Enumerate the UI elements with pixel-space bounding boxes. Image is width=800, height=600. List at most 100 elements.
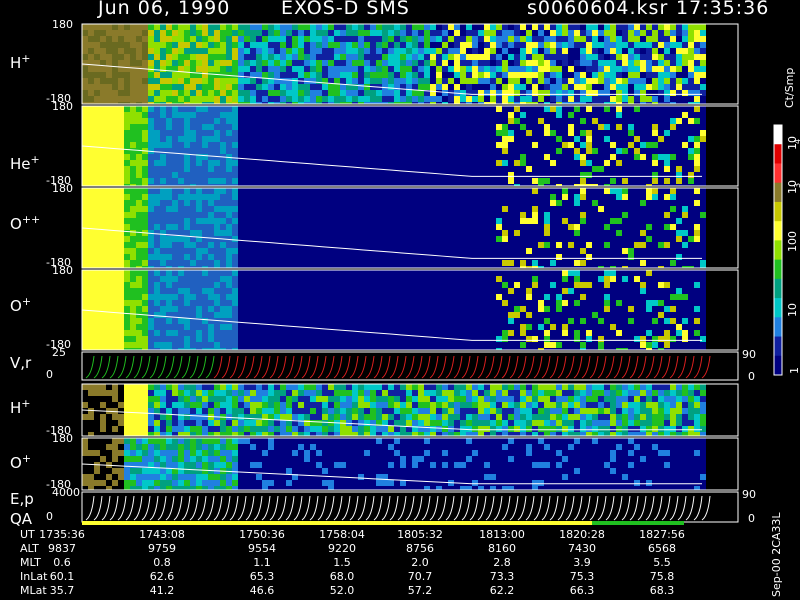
table-row-label: ALT (20, 542, 39, 555)
panel-label-6: H+ (10, 397, 31, 417)
ytick-top-1: 180 (52, 18, 73, 31)
ytick-bot-5: 0 (46, 368, 53, 381)
colorbar-tick: 1 (788, 367, 800, 374)
rtick-top-5: 90 (742, 348, 756, 361)
plot-instrument: EXOS-D SMS (281, 0, 410, 19)
ytick-top-2: 180 (52, 100, 73, 113)
table-cell: 7430 (568, 542, 596, 555)
table-cell: 60.1 (49, 570, 75, 583)
colorbar-seg (774, 355, 782, 376)
colorbar-seg (774, 221, 782, 241)
colorbar-tick: 4 (793, 139, 800, 144)
table-cell: 3.9 (573, 556, 591, 569)
table-cell: 1820:28 (559, 528, 605, 541)
table-row: MLat 35.7 41.2 46.6 52.0 57.2 62.2 66.3 68.3 (0, 584, 800, 598)
rtick-bot-5: 0 (748, 370, 755, 383)
table-cell: 9220 (328, 542, 356, 555)
table-cell: 8160 (488, 542, 516, 555)
table-cell: 62.2 (489, 584, 515, 597)
ytick-top-7: 180 (52, 432, 73, 445)
table-cell: 41.2 (149, 584, 175, 597)
colorbar-seg (774, 144, 782, 164)
table-cell: 1758:04 (319, 528, 365, 541)
panel-label-3: O++ (10, 213, 40, 233)
table-row: ALT 9837 9759 9554 9220 8756 8160 7430 6568 (0, 542, 800, 556)
panel-label-7: O+ (10, 452, 31, 472)
table-cell: 1813:00 (479, 528, 525, 541)
table-row-label: MLT (20, 556, 41, 569)
table-cell: 62.6 (149, 570, 175, 583)
plot-date: Jun 06, 1990 (98, 0, 231, 19)
table-cell: 2.0 (411, 556, 429, 569)
panel-8 (81, 491, 739, 523)
table-cell: 1827:56 (639, 528, 685, 541)
table-cell: 1735:36 (39, 528, 85, 541)
table-row-label: InLat (20, 570, 48, 583)
table-cell: 8756 (406, 542, 434, 555)
colorbar-seg (774, 278, 782, 299)
table-row: InLat 60.1 62.6 65.3 68.0 70.7 73.3 75.3 75.8 (0, 570, 800, 584)
rtick-bot-8: 0 (748, 512, 755, 525)
table-row: UT 1735:36 1743:08 1750:36 1758:04 1805:32 181… (0, 528, 800, 542)
table-cell: 68.3 (649, 584, 675, 597)
panel-label-4: O+ (10, 295, 31, 315)
table-cell: 1.5 (333, 556, 351, 569)
panel-label-sup: + (21, 452, 32, 465)
panel-label-main: H (10, 54, 22, 72)
spectrogram-plot (81, 23, 783, 525)
table-cell: 0.8 (153, 556, 171, 569)
panel-label-main: O (10, 297, 22, 315)
rtick-top-8: 90 (742, 488, 756, 501)
table-cell: 9554 (248, 542, 276, 555)
colorbar-seg (774, 125, 782, 145)
panel-label-sup: + (21, 397, 31, 410)
panel-label-main: H (10, 399, 22, 417)
table-cell: 5.5 (653, 556, 671, 569)
panel-label-2: He+ (10, 153, 40, 173)
table-cell: 0.6 (53, 556, 71, 569)
panel-label-8: E,p (10, 490, 34, 508)
colorbar-seg (774, 201, 782, 222)
table-cell: 1743:08 (139, 528, 185, 541)
panel-label-main: E,p (10, 490, 34, 508)
panel-3 (81, 187, 739, 269)
colorbar-seg (774, 163, 782, 184)
table-cell: 1805:32 (397, 528, 443, 541)
table-cell: 65.3 (249, 570, 275, 583)
panel-2 (81, 105, 739, 187)
colorbar-seg (774, 240, 782, 261)
colorbar-seg (774, 336, 782, 357)
ytick-bot-8: 0 (46, 510, 53, 523)
colorbar-tick: 10 (786, 303, 799, 317)
panel-label-main: O (10, 454, 22, 472)
table-cell: 75.8 (649, 570, 675, 583)
panel-label-1: H+ (10, 52, 31, 72)
colorbar-tick: 3 (793, 183, 800, 188)
panel-label-main: V,r (10, 354, 32, 372)
time-table: UT 1735:36 1743:08 1750:36 1758:04 1805:32 181… (0, 526, 800, 600)
ytick-top-8: 4000 (52, 486, 80, 499)
table-cell: 52.0 (329, 584, 355, 597)
table-cell: 6568 (648, 542, 676, 555)
plot-time: 17:35:36 (676, 0, 770, 19)
ytick-top-4: 180 (52, 264, 73, 277)
table-row-label: MLat (20, 584, 47, 597)
panel-label-sup: + (30, 153, 40, 166)
panel-4 (81, 269, 739, 351)
panel-label-main: He (10, 155, 31, 173)
panel-5 (81, 351, 739, 381)
ytick-top-3: 180 (52, 182, 73, 195)
table-cell: 70.7 (407, 570, 433, 583)
panel-6 (81, 383, 739, 437)
panel-label-sup: + (21, 52, 31, 65)
panel-label-sup: ++ (21, 213, 41, 226)
table-cell: 2.8 (493, 556, 511, 569)
table-cell: 1750:36 (239, 528, 285, 541)
table-cell: 9759 (148, 542, 176, 555)
table-cell: 35.7 (49, 584, 75, 597)
colorbar-tick: 100 (786, 231, 799, 252)
panel-label-main: O (10, 215, 22, 233)
table-cell: 73.3 (489, 570, 515, 583)
panel-7 (81, 437, 739, 491)
table-cell: 66.3 (569, 584, 595, 597)
